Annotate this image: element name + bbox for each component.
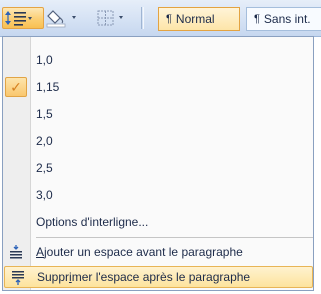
line-spacing-options-item[interactable]: Options d'interligne... [3, 211, 313, 233]
line-spacing-menu: 1,0 ✓ 1,15 1,5 2,0 2,5 3,0 Options d'int… [2, 36, 314, 291]
checkmark-icon: ✓ [5, 77, 27, 97]
spacing-option-1-15[interactable]: ✓ 1,15 [3, 76, 313, 98]
pilcrow-icon: ¶ [254, 13, 260, 25]
spacing-option-label: 1,5 [36, 107, 53, 121]
style-normal[interactable]: ¶ Normal [158, 7, 240, 31]
spacing-option-label: 1,15 [36, 80, 60, 94]
spacing-option-2-5[interactable]: 2,5 [3, 157, 313, 179]
spacing-option-label: 2,0 [36, 134, 53, 148]
toolbar-separator-highlight [143, 7, 144, 29]
style-no-spacing[interactable]: ¶ Sans int. [246, 7, 321, 31]
spacing-option-2-0[interactable]: 2,0 [3, 130, 313, 152]
style-no-spacing-label: Sans int. [263, 12, 311, 26]
toolbar-separator [141, 7, 142, 29]
spacing-option-3-0[interactable]: 3,0 [3, 184, 313, 206]
spacing-option-label: 3,0 [36, 188, 53, 202]
spacing-option-label: 1,0 [36, 53, 53, 67]
space-before-icon [5, 242, 27, 262]
line-spacing-options-label: Options d'interligne... [36, 215, 149, 229]
line-spacing-button[interactable] [2, 7, 44, 29]
style-normal-label: Normal [175, 12, 215, 26]
pilcrow-icon: ¶ [166, 13, 172, 25]
remove-space-after-label: Supprimer l'espace après le paragraphe [37, 270, 251, 284]
shading-button[interactable] [46, 7, 96, 29]
spacing-option-label: 2,5 [36, 161, 53, 175]
line-spacing-icon [5, 11, 32, 26]
borders-button[interactable] [96, 7, 136, 29]
remove-space-after-item[interactable]: Supprimer l'espace après le paragraphe [4, 266, 313, 288]
ribbon-toolbar: ¶ Normal ¶ Sans int. [0, 0, 321, 37]
spacing-option-1-0[interactable]: 1,0 [3, 49, 313, 71]
spacing-option-1-5[interactable]: 1,5 [3, 103, 313, 125]
space-after-icon [7, 268, 29, 288]
add-space-before-label: Ajouter un espace avant le paragraphe [36, 245, 243, 259]
paint-bucket-icon [46, 10, 76, 28]
add-space-before-item[interactable]: Ajouter un espace avant le paragraphe [3, 241, 313, 263]
menu-divider [36, 237, 313, 238]
borders-icon [97, 10, 123, 26]
